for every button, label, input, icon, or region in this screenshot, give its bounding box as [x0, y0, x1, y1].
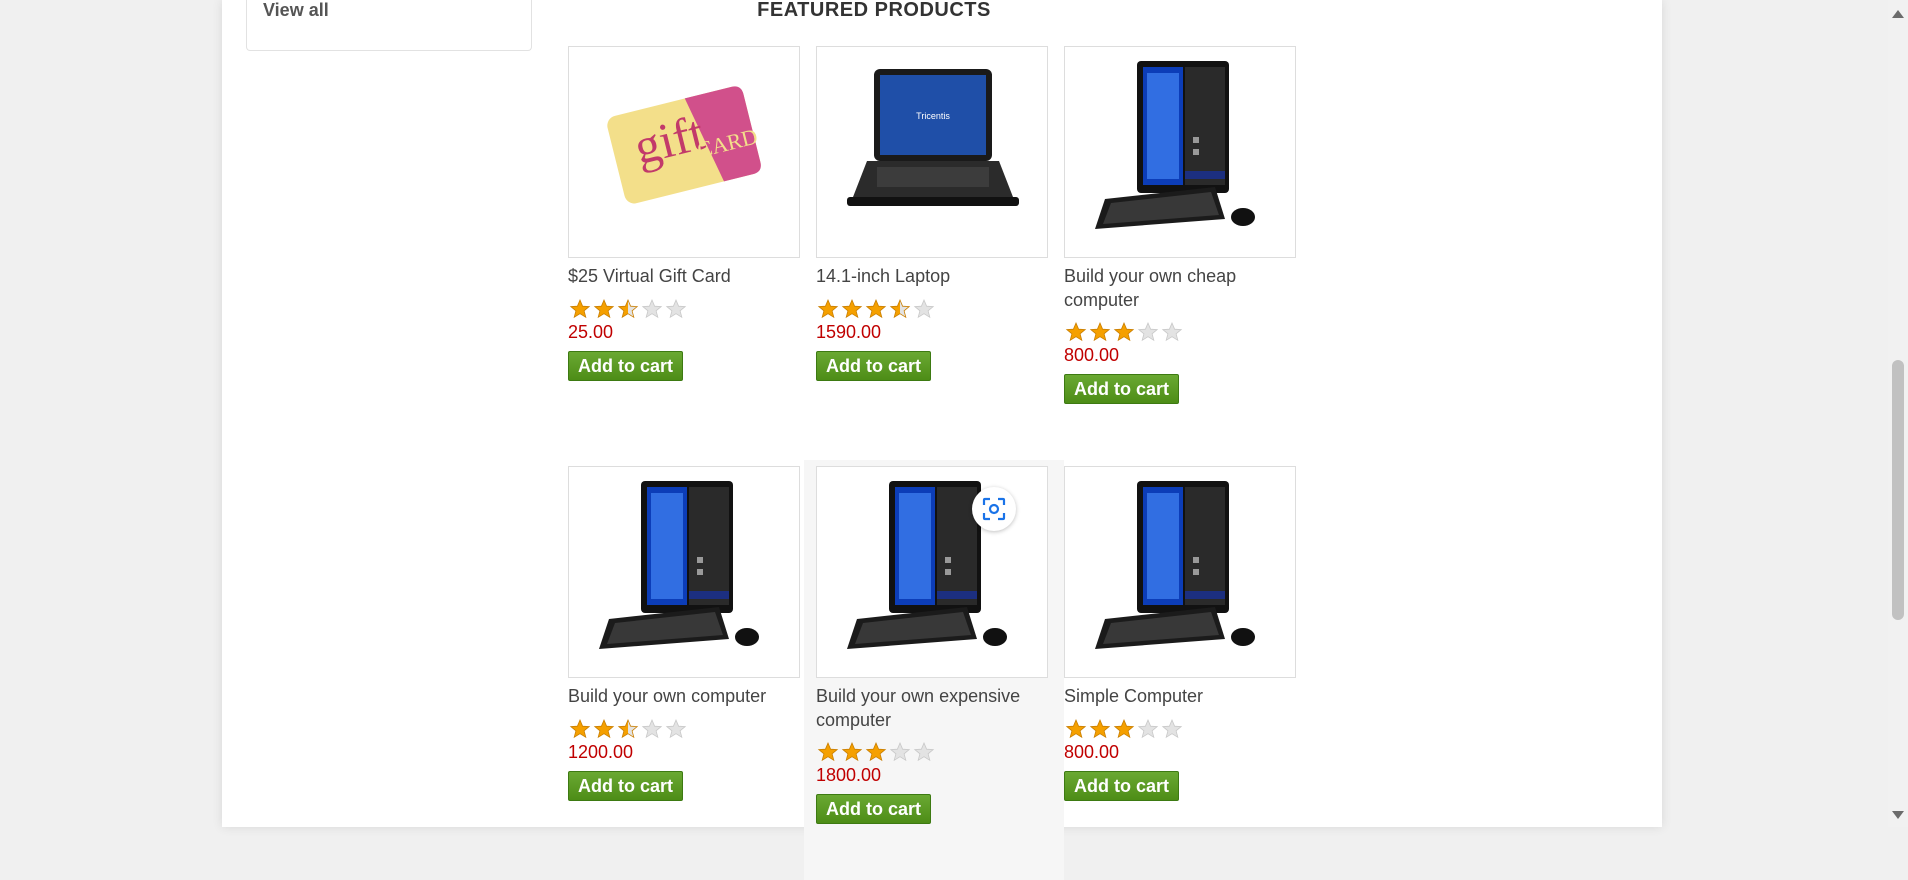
star-icon [913, 298, 935, 319]
star-icon [913, 741, 935, 762]
product-item: Build your own computer 1200.00 Add to c… [562, 466, 810, 866]
rating-stars-graphic [1065, 718, 1183, 739]
rating-stars [568, 716, 693, 742]
star-icon [617, 718, 639, 739]
scrollbar-thumb[interactable] [1892, 360, 1904, 620]
product-price: 800.00 [1064, 345, 1120, 365]
star-icon [593, 298, 615, 319]
rating-stars-graphic [569, 298, 687, 319]
rating-stars-graphic [569, 718, 687, 739]
rating-stars [568, 296, 693, 322]
product-price: 1590.00 [816, 322, 882, 342]
product-title[interactable]: Build your own cheap computer [1064, 264, 1294, 312]
desktop-computer-icon [599, 481, 759, 649]
gift-card-icon: gift CARD [607, 86, 761, 204]
scroll-up-icon[interactable] [1892, 10, 1904, 18]
star-icon [1137, 321, 1159, 342]
add-to-cart-button[interactable]: Add to cart [568, 351, 684, 381]
rating-stars [816, 296, 941, 322]
product-image[interactable] [568, 466, 800, 678]
star-icon [1065, 321, 1087, 342]
rating-stars [1064, 716, 1189, 742]
product-image[interactable] [1064, 46, 1296, 258]
rating-stars-graphic [817, 741, 935, 762]
visual-search-glyph [982, 497, 1006, 521]
laptop-screen-text: Tricentis [916, 111, 950, 121]
product-item: Build your own cheap computer 800.00 Add… [1058, 46, 1306, 446]
add-to-cart-button[interactable]: Add to cart [568, 771, 684, 801]
star-icon [841, 298, 863, 319]
star-icon [665, 298, 687, 319]
vertical-scrollbar[interactable] [1888, 0, 1908, 827]
star-icon [569, 298, 591, 319]
product-image[interactable]: gift CARD [568, 46, 800, 258]
add-to-cart-button[interactable]: Add to cart [816, 794, 932, 824]
star-icon [817, 741, 839, 762]
product-title[interactable]: Build your own expensive computer [816, 684, 1046, 732]
add-to-cart-button[interactable]: Add to cart [1064, 374, 1180, 404]
star-icon [865, 298, 887, 319]
star-icon [1089, 718, 1111, 739]
laptop-icon: Tricentis [847, 69, 1019, 206]
product-price: 25.00 [568, 322, 614, 342]
desktop-computer-icon [1095, 481, 1255, 649]
rating-stars-graphic [1065, 321, 1183, 342]
star-icon [569, 718, 591, 739]
product-price: 1200.00 [568, 742, 634, 762]
product-item: gift CARD $25 Virtual Gift Card 25.00 Ad… [562, 46, 810, 446]
page-container: View all FEATURED PRODUCTS gift CARD $25… [222, 0, 1662, 880]
star-icon [641, 718, 663, 739]
star-icon [889, 741, 911, 762]
featured-products-heading: FEATURED PRODUCTS [757, 0, 991, 21]
featured-products-grid: gift CARD $25 Virtual Gift Card 25.00 Ad… [562, 46, 1332, 880]
star-icon [1089, 321, 1111, 342]
product-image[interactable]: Tricentis [816, 46, 1048, 258]
product-title[interactable]: Simple Computer [1064, 684, 1294, 708]
product-item: Tricentis 14.1-inch Laptop 1590.00 Add t… [810, 46, 1058, 446]
star-icon [889, 298, 911, 319]
star-icon [865, 741, 887, 762]
product-price: 800.00 [1064, 742, 1120, 762]
product-title[interactable]: Build your own computer [568, 684, 798, 708]
product-item: Build your own expensive computer 1800.0… [804, 460, 1064, 880]
rating-stars [1064, 319, 1189, 345]
product-item: Simple Computer 800.00 Add to cart [1058, 466, 1306, 866]
star-icon [665, 718, 687, 739]
visual-search-icon[interactable] [972, 487, 1016, 531]
star-icon [1161, 321, 1183, 342]
star-icon [617, 298, 639, 319]
product-title[interactable]: 14.1-inch Laptop [816, 264, 1046, 288]
rating-stars-graphic [817, 298, 935, 319]
star-icon [1137, 718, 1159, 739]
star-icon [593, 718, 615, 739]
add-to-cart-button[interactable]: Add to cart [1064, 771, 1180, 801]
add-to-cart-button[interactable]: Add to cart [816, 351, 932, 381]
star-icon [641, 298, 663, 319]
star-icon [841, 741, 863, 762]
product-image[interactable] [1064, 466, 1296, 678]
star-icon [1113, 321, 1135, 342]
product-price: 1800.00 [816, 765, 882, 785]
star-icon [1065, 718, 1087, 739]
rating-stars [816, 739, 941, 765]
desktop-computer-icon [1095, 61, 1255, 229]
star-icon [817, 298, 839, 319]
star-icon [1113, 718, 1135, 739]
star-icon [1161, 718, 1183, 739]
product-image[interactable] [816, 466, 1048, 678]
scroll-down-icon[interactable] [1892, 811, 1904, 819]
product-title[interactable]: $25 Virtual Gift Card [568, 264, 798, 288]
